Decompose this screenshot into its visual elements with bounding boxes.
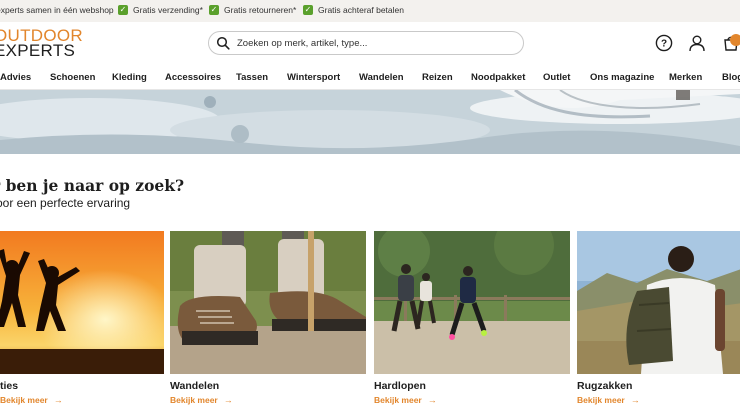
nav-item-reizen[interactable]: Reizen — [422, 72, 453, 83]
nav-item-outlet[interactable]: Outlet — [543, 72, 570, 83]
nav-item-tassen[interactable]: Tassen — [236, 72, 268, 83]
usp-item: ✓ Gratis achteraf betalen — [303, 5, 404, 15]
nav-item-wintersport[interactable]: Wintersport — [287, 72, 340, 83]
account-icon[interactable] — [688, 34, 706, 52]
category-card[interactable]: Wandelen Bekijk meer → — [170, 231, 366, 420]
arrow-right-icon: → — [630, 395, 640, 405]
category-link-label: Bekijk meer — [0, 395, 48, 405]
section-subtitle: oor een perfecte ervaring — [0, 196, 131, 210]
site-logo[interactable]: OUTDOOR EXPERTS — [0, 27, 83, 60]
arrow-right-icon: → — [223, 395, 233, 405]
section-title: r ben je naar op zoek? — [0, 176, 185, 195]
category-image-hardlopen — [374, 231, 570, 374]
category-link-label: Bekijk meer — [577, 395, 625, 405]
nav-item-schoenen[interactable]: Schoenen — [50, 72, 95, 83]
main-navigation: Advies Schoenen Kleding Accessoires Tass… — [0, 66, 740, 90]
category-name: Rugzakken — [577, 380, 633, 392]
check-icon: ✓ — [118, 5, 128, 15]
category-link[interactable]: Bekijk meer → — [374, 395, 437, 405]
nav-item-wandelen[interactable]: Wandelen — [359, 72, 404, 83]
usp-item: ✓ Gratis retourneren* — [209, 5, 296, 15]
search-input[interactable] — [237, 34, 517, 52]
check-icon: ✓ — [209, 5, 219, 15]
arrow-right-icon: → — [427, 395, 437, 405]
category-image-rugzakken — [577, 231, 740, 374]
category-card[interactable]: ties Bekijk meer → — [0, 231, 164, 420]
category-name: Hardlopen — [374, 380, 426, 392]
category-link[interactable]: Bekijk meer → — [170, 395, 233, 405]
category-link-label: Bekijk meer — [170, 395, 218, 405]
category-link-label: Bekijk meer — [374, 395, 422, 405]
category-name: Wandelen — [170, 380, 220, 392]
category-image-activities — [0, 231, 164, 374]
category-card[interactable]: Hardlopen Bekijk meer → — [374, 231, 570, 420]
usp-label: Gratis achteraf betalen — [318, 5, 404, 15]
logo-line-2: EXPERTS — [0, 41, 76, 60]
nav-item-kleding[interactable]: Kleding — [112, 72, 147, 83]
category-link[interactable]: Bekijk meer → — [577, 395, 640, 405]
usp-label: Gratis retourneren* — [224, 5, 297, 15]
usp-item: experts samen in één webshop — [0, 5, 114, 15]
nav-item-advies[interactable]: Advies — [0, 72, 31, 83]
hero-banner-image — [0, 90, 740, 154]
nav-item-noodpakket[interactable]: Noodpakket — [471, 72, 525, 83]
usp-label: Gratis verzending* — [133, 5, 203, 15]
site-header: OUTDOOR EXPERTS ? — [0, 22, 740, 66]
search-bar — [208, 31, 524, 55]
arrow-right-icon: → — [53, 395, 63, 405]
search-icon[interactable] — [216, 36, 230, 55]
category-image-wandelen — [170, 231, 366, 374]
nav-item-ons-magazine[interactable]: Ons magazine — [590, 72, 654, 83]
category-card[interactable]: Rugzakken Bekijk meer → — [577, 231, 740, 420]
cart-count-badge — [730, 34, 740, 46]
usp-label: experts samen in één webshop — [0, 5, 114, 15]
svg-text:?: ? — [661, 39, 667, 50]
usp-bar: experts samen in één webshop ✓ Gratis ve… — [0, 0, 740, 22]
category-name: ties — [0, 380, 19, 392]
help-icon[interactable]: ? — [655, 34, 673, 52]
nav-item-merken[interactable]: Merken — [669, 72, 702, 83]
usp-item: ✓ Gratis verzending* — [118, 5, 203, 15]
nav-item-accessoires[interactable]: Accessoires — [165, 72, 221, 83]
category-link[interactable]: Bekijk meer → — [0, 395, 63, 405]
nav-item-blog[interactable]: Blog — [722, 72, 740, 83]
check-icon: ✓ — [303, 5, 313, 15]
